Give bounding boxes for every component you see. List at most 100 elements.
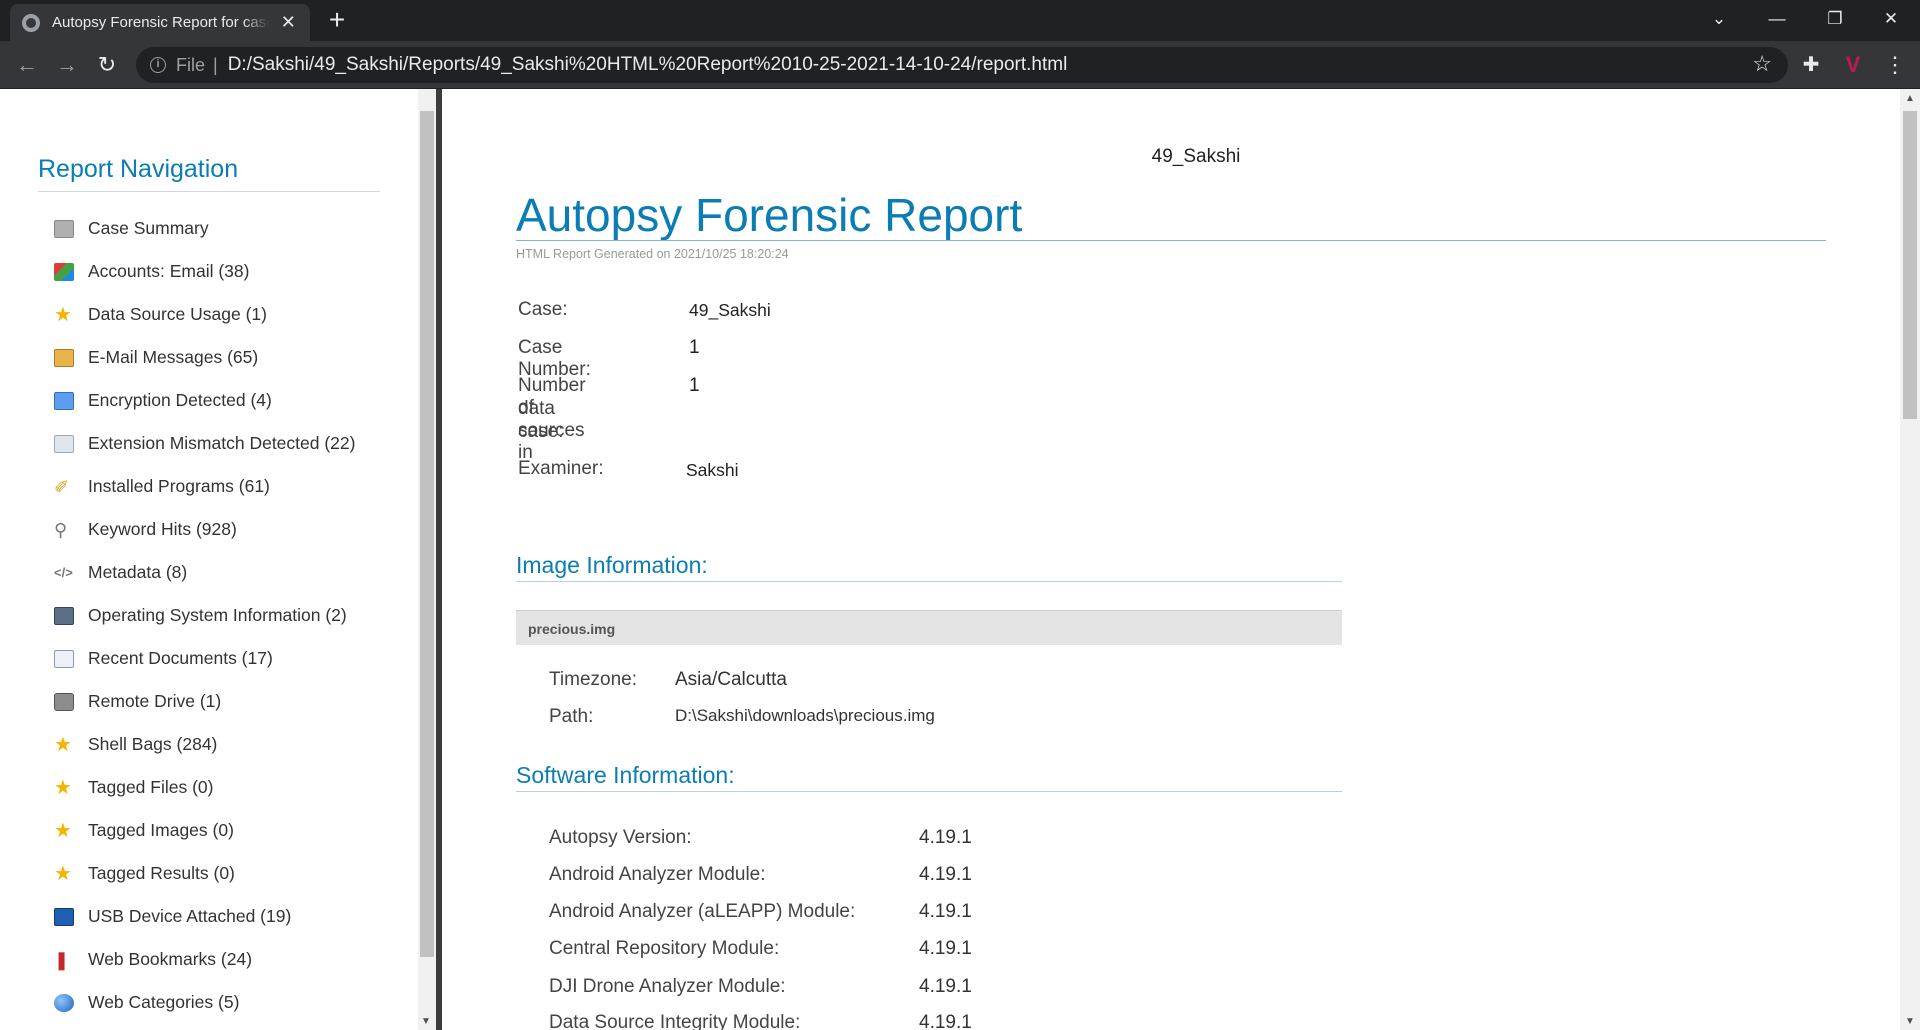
nav-item-installed-programs[interactable]: ✐ Installed Programs (61) [54, 465, 355, 508]
minimize-icon[interactable]: — [1748, 0, 1806, 41]
title-rule [516, 240, 1826, 241]
page-title: Autopsy Forensic Report [516, 189, 1023, 241]
nav-item-label[interactable]: Web Categories (5) [88, 992, 239, 1013]
data-sources-value: 1 [689, 375, 700, 396]
nav-item-label[interactable]: Tagged Results (0) [88, 863, 235, 884]
magnifier-icon: ⚲ [54, 519, 68, 540]
page-scrollbar-thumb[interactable] [1903, 111, 1917, 419]
nav-heading: Report Navigation [38, 155, 239, 183]
nav-item-tagged-images[interactable]: ★ Tagged Images (0) [54, 809, 355, 852]
bookmark-star-icon[interactable]: ☆ [1752, 51, 1772, 77]
profile-avatar[interactable]: V [1840, 53, 1866, 79]
drive-icon [54, 692, 74, 711]
forward-icon[interactable]: → [52, 50, 82, 80]
nav-item-label[interactable]: Installed Programs (61) [88, 476, 270, 497]
scroll-up-arrow-icon[interactable]: ▲ [1905, 93, 1915, 104]
nav-item-label[interactable]: Case Summary [88, 218, 209, 239]
back-icon[interactable]: ← [12, 50, 42, 80]
nav-item-usb-device-attached[interactable]: USB Device Attached (19) [54, 895, 355, 938]
software-row-label: Autopsy Version: [549, 827, 692, 848]
nav-item-label[interactable]: Shell Bags (284) [88, 734, 217, 755]
tab-strip: Autopsy Forensic Report for case 49_Saks… [0, 0, 1920, 41]
nav-item-shell-bags[interactable]: ★ Shell Bags (284) [54, 723, 355, 766]
nav-item-label[interactable]: Web Bookmarks (24) [88, 949, 252, 970]
case-name-header: 49_Sakshi [1151, 146, 1241, 167]
image-info-heading: Image Information: [516, 552, 708, 578]
browser-tab[interactable]: Autopsy Forensic Report for case 49_Saks… [10, 4, 310, 41]
installed-programs-icon: ✐ [54, 476, 70, 497]
nav-item-label[interactable]: Keyword Hits (928) [88, 519, 237, 540]
nav-item-label[interactable]: Accounts: Email (38) [88, 261, 249, 282]
nav-item-web-bookmarks[interactable]: ❚ Web Bookmarks (24) [54, 938, 355, 981]
software-row-value: 4.19.1 [919, 827, 972, 848]
nav-item-label[interactable]: Data Source Usage (1) [88, 304, 267, 325]
case-value: 49_Sakshi [689, 300, 771, 320]
nav-item-case-summary[interactable]: Case Summary [54, 207, 355, 250]
software-row-label: Android Analyzer Module: [549, 864, 766, 885]
nav-item-accounts-email[interactable]: Accounts: Email (38) [54, 250, 355, 293]
globe-icon [54, 993, 74, 1012]
star-icon: ★ [54, 733, 72, 756]
page-scrollbar[interactable]: ▲ ▼ [1900, 89, 1920, 1030]
nav-item-label[interactable]: Extension Mismatch Detected (22) [88, 433, 355, 454]
url-text[interactable]: D:/Sakshi/49_Sakshi/Reports/49_Sakshi%20… [228, 54, 1068, 76]
nav-list: Case Summary Accounts: Email (38) ★ Data … [54, 207, 355, 1024]
nav-item-label[interactable]: Remote Drive (1) [88, 691, 221, 712]
software-row-value: 4.19.1 [919, 976, 972, 997]
case-icon [54, 219, 74, 238]
star-icon: ★ [54, 862, 72, 885]
scroll-down-arrow-icon[interactable]: ▼ [421, 1016, 431, 1027]
maximize-icon[interactable]: ❐ [1806, 0, 1864, 41]
tab-search-dropdown-icon[interactable]: ⌄ [1690, 0, 1748, 41]
address-bar[interactable]: i File | D:/Sakshi/49_Sakshi/Reports/49_… [136, 47, 1788, 83]
software-info-rule [516, 791, 1342, 792]
info-icon[interactable]: i [150, 57, 166, 73]
software-row-value: 4.19.1 [919, 864, 972, 885]
case-number-value: 1 [689, 337, 700, 358]
nav-item-encryption-detected[interactable]: Encryption Detected (4) [54, 379, 355, 422]
nav-item-metadata[interactable]: </> Metadata (8) [54, 551, 355, 594]
nav-item-recent-documents[interactable]: Recent Documents (17) [54, 637, 355, 680]
image-name-bar: precious.img [516, 610, 1342, 645]
encryption-icon [54, 391, 74, 410]
nav-item-tagged-files[interactable]: ★ Tagged Files (0) [54, 766, 355, 809]
data-sources-label-line3: case: [518, 421, 564, 442]
nav-item-extension-mismatch[interactable]: Extension Mismatch Detected (22) [54, 422, 355, 465]
nav-item-tagged-results[interactable]: ★ Tagged Results (0) [54, 852, 355, 895]
nav-item-data-source-usage[interactable]: ★ Data Source Usage (1) [54, 293, 355, 336]
globe-icon [22, 13, 40, 32]
nav-item-label[interactable]: Recent Documents (17) [88, 648, 273, 669]
window-close-icon[interactable]: ✕ [1862, 0, 1920, 41]
nav-scrollbar-thumb[interactable] [420, 111, 434, 957]
software-row-label: DJI Drone Analyzer Module: [549, 976, 786, 997]
examiner-value: Sakshi [686, 460, 739, 480]
nav-item-web-categories[interactable]: Web Categories (5) [54, 981, 355, 1024]
nav-item-label[interactable]: USB Device Attached (19) [88, 906, 291, 927]
scroll-down-arrow-icon[interactable]: ▼ [1905, 1016, 1915, 1027]
software-row-label: Android Analyzer (aLEAPP) Module: [549, 901, 856, 922]
url-scheme: File [176, 54, 206, 75]
nav-item-keyword-hits[interactable]: ⚲ Keyword Hits (928) [54, 508, 355, 551]
new-tab-button[interactable]: + [322, 6, 352, 36]
page-viewport: Report Navigation Case Summary Accounts:… [0, 89, 1920, 1030]
reload-icon[interactable]: ↻ [92, 50, 122, 80]
nav-item-email-messages[interactable]: E-Mail Messages (65) [54, 336, 355, 379]
path-label: Path: [549, 706, 594, 727]
nav-item-label[interactable]: Tagged Files (0) [88, 777, 213, 798]
report-content: 49_Sakshi Autopsy Forensic Report HTML R… [442, 89, 1900, 1030]
nav-item-remote-drive[interactable]: Remote Drive (1) [54, 680, 355, 723]
nav-item-label[interactable]: Encryption Detected (4) [88, 390, 272, 411]
nav-item-label[interactable]: Operating System Information (2) [88, 605, 347, 626]
extensions-icon[interactable]: ✚ [1798, 53, 1824, 79]
nav-item-label[interactable]: Tagged Images (0) [88, 820, 234, 841]
close-tab-icon[interactable]: ✕ [279, 12, 299, 33]
software-row-value: 4.19.1 [919, 1012, 972, 1030]
timezone-label: Timezone: [549, 669, 637, 690]
nav-scrollbar[interactable]: ▼ [418, 89, 436, 1030]
path-value: D:\Sakshi\downloads\precious.img [675, 706, 935, 725]
browser-menu-icon[interactable]: ⋮ [1882, 53, 1908, 79]
case-label: Case: [518, 299, 568, 320]
nav-item-label[interactable]: E-Mail Messages (65) [88, 347, 258, 368]
nav-item-label[interactable]: Metadata (8) [88, 562, 187, 583]
nav-item-os-information[interactable]: Operating System Information (2) [54, 594, 355, 637]
